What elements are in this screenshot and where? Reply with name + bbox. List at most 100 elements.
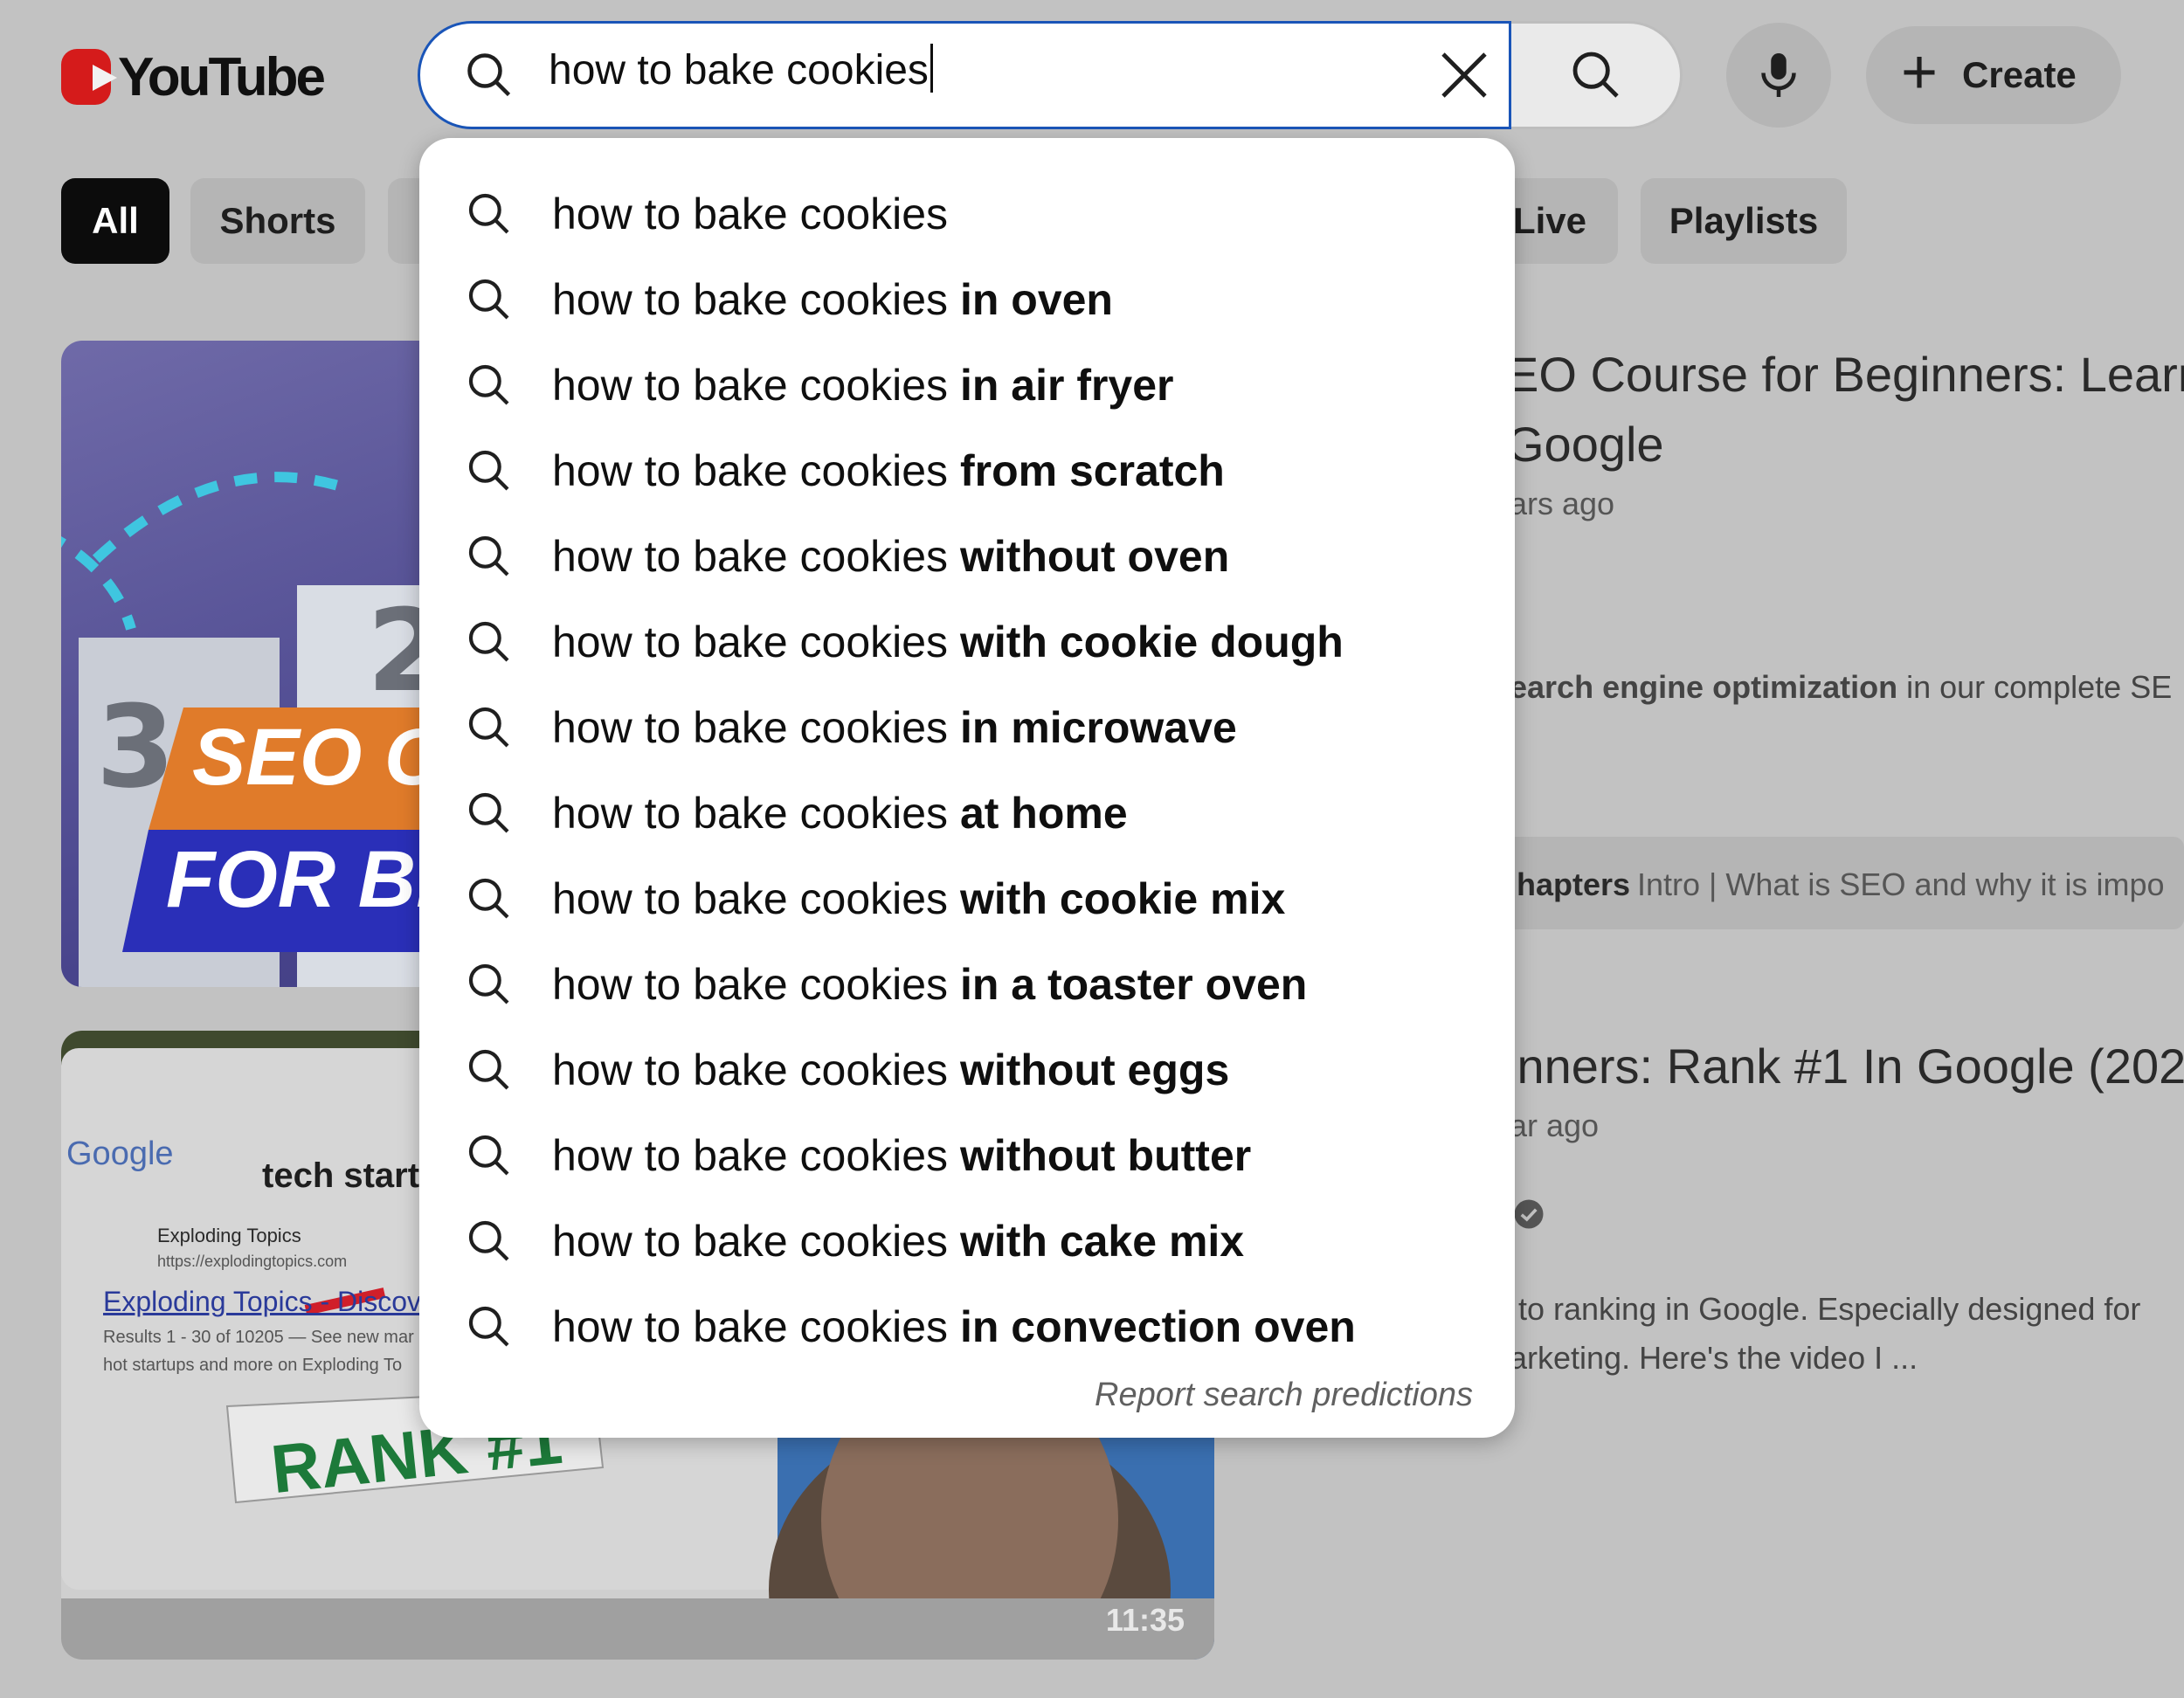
suggestion-text: how to bake cookies in air fryer: [552, 360, 1174, 411]
suggestion-completion: with cookie mix: [948, 874, 1286, 923]
create-label: Create: [1962, 54, 2077, 95]
suggestion-prefix: how to bake cookies: [552, 1046, 949, 1094]
suggestion-item[interactable]: how to bake cookies at home: [419, 770, 1515, 856]
search-icon: [467, 53, 511, 97]
search-icon: [468, 878, 509, 919]
chip-playlists[interactable]: Playlists: [1641, 178, 1847, 264]
search-icon: [468, 535, 509, 576]
suggestion-completion: in oven: [948, 275, 1113, 324]
suggestion-completion: in microwave: [948, 703, 1237, 752]
search-query-value: how to bake cookies: [549, 47, 929, 93]
suggestion-text: how to bake cookies with cake mix: [552, 1216, 1244, 1267]
suggestion-prefix: how to bake cookies: [552, 275, 949, 324]
thumb-result-snippet: hot startups and more on Exploding To: [103, 1356, 403, 1375]
video-title-line2[interactable]: Google: [1506, 416, 1664, 473]
thumb-site-url: https://explodingtopics.com: [157, 1253, 348, 1270]
video-description-line2: arketing. Here's the video I ...: [1510, 1340, 1918, 1376]
suggestion-item[interactable]: how to bake cookies with cake mix: [419, 1198, 1515, 1284]
suggestion-prefix: how to bake cookies: [552, 618, 949, 666]
suggestion-text: how to bake cookies: [552, 189, 948, 239]
search-icon: [468, 1049, 509, 1090]
search-icon: [468, 1135, 509, 1176]
thumbnail-title-line1: SEO C: [192, 713, 443, 802]
suggestion-prefix: how to bake cookies: [552, 1217, 949, 1266]
suggestion-prefix: how to bake cookies: [552, 190, 949, 238]
suggestion-text: how to bake cookies at home: [552, 788, 1128, 839]
suggestion-text: how to bake cookies without eggs: [552, 1045, 1229, 1095]
suggestion-item[interactable]: how to bake cookies without eggs: [419, 1027, 1515, 1113]
suggestion-list: how to bake cookies how to bake cookies i…: [419, 171, 1515, 1370]
suggestion-prefix: how to bake cookies: [552, 446, 949, 495]
suggestion-item[interactable]: how to bake cookies in oven: [419, 257, 1515, 342]
suggestion-prefix: how to bake cookies: [552, 1302, 949, 1351]
thumb-result-count: Results 1 - 30 of 10205 — See new mar: [103, 1328, 414, 1347]
search-icon: [468, 279, 509, 320]
suggestion-completion: without eggs: [948, 1046, 1230, 1094]
suggestion-text: how to bake cookies in convection oven: [552, 1301, 1356, 1352]
suggestion-prefix: how to bake cookies: [552, 874, 949, 923]
suggestion-completion: in air fryer: [948, 361, 1174, 410]
suggestion-item[interactable]: how to bake cookies: [419, 171, 1515, 257]
suggestion-item[interactable]: how to bake cookies without oven: [419, 514, 1515, 599]
search-icon: [468, 1306, 509, 1347]
microphone-icon: [1761, 53, 1796, 97]
chapters-text: Intro | What is SEO and why it is impo: [1637, 866, 2165, 902]
suggestion-text: how to bake cookies without oven: [552, 531, 1229, 582]
search-icon: [468, 707, 509, 748]
suggestion-item[interactable]: how to bake cookies in a toaster oven: [419, 942, 1515, 1027]
chapters-label: hapters: [1517, 866, 1631, 902]
suggestion-text: how to bake cookies in oven: [552, 274, 1113, 325]
search-icon: [468, 193, 509, 234]
search-button[interactable]: [1511, 21, 1683, 129]
thumb-site-name: Exploding Topics: [157, 1225, 301, 1246]
suggestion-prefix: how to bake cookies: [552, 703, 949, 752]
search-icon: [468, 792, 509, 833]
video-title[interactable]: EO Course for Beginners: Learn: [1506, 346, 2184, 403]
suggestion-item[interactable]: how to bake cookies from scratch: [419, 428, 1515, 514]
search-query-text[interactable]: how to bake cookies: [549, 44, 933, 94]
suggestion-item[interactable]: how to bake cookies with cookie mix: [419, 856, 1515, 942]
search-icon: [468, 1220, 509, 1261]
voice-search-button[interactable]: [1726, 23, 1831, 128]
youtube-play-icon: [61, 49, 117, 105]
suggestion-completion: with cookie dough: [948, 618, 1344, 666]
report-search-predictions-link[interactable]: Report search predictions: [1095, 1377, 1473, 1414]
suggestion-prefix: how to bake cookies: [552, 789, 949, 838]
suggestion-text: how to bake cookies from scratch: [552, 445, 1225, 496]
suggestion-item[interactable]: how to bake cookies in convection oven: [419, 1284, 1515, 1370]
search-icon: [468, 364, 509, 405]
suggestion-text: how to bake cookies in a toaster oven: [552, 959, 1307, 1010]
suggestion-item[interactable]: how to bake cookies without butter: [419, 1113, 1515, 1198]
description-bold: earch engine optimization: [1510, 669, 1898, 705]
search-suggestions-dropdown: how to bake cookies how to bake cookies i…: [419, 138, 1515, 1438]
text-caret: [930, 44, 933, 93]
close-icon[interactable]: [1433, 44, 1496, 107]
thumb-result-link: Exploding Topics - Discover: [103, 1286, 446, 1317]
suggestion-prefix: how to bake cookies: [552, 532, 949, 581]
thumb-google-logo: Google: [66, 1135, 174, 1172]
suggestion-prefix: how to bake cookies: [552, 361, 949, 410]
suggestion-completion: without butter: [948, 1131, 1252, 1180]
youtube-logo[interactable]: YouTube: [61, 42, 326, 112]
suggestion-completion: at home: [948, 789, 1128, 838]
video-title[interactable]: inners: Rank #1 In Google (202: [1506, 1038, 2184, 1094]
suggestion-text: how to bake cookies with cookie dough: [552, 617, 1344, 667]
suggestion-text: how to bake cookies without butter: [552, 1130, 1251, 1181]
create-button[interactable]: + Create: [1866, 26, 2121, 124]
suggestion-item[interactable]: how to bake cookies in microwave: [419, 685, 1515, 770]
chapters-bar[interactable]: hapters Intro | What is SEO and why it i…: [1485, 837, 2184, 929]
plus-icon: +: [1901, 38, 1939, 107]
thumb-search-text: tech start: [262, 1156, 420, 1195]
suggestion-item[interactable]: how to bake cookies with cookie dough: [419, 599, 1515, 685]
logo-text: YouTube: [118, 46, 326, 107]
chip-shorts[interactable]: Shorts: [190, 178, 365, 264]
suggestion-item[interactable]: how to bake cookies in air fryer: [419, 342, 1515, 428]
suggestion-prefix: how to bake cookies: [552, 960, 949, 1009]
search-icon: [1572, 52, 1619, 98]
suggestion-completion: with cake mix: [948, 1217, 1245, 1266]
chip-all[interactable]: All: [61, 178, 169, 264]
verified-check-icon: [1514, 1199, 1544, 1229]
description-rest: in our complete SE: [1897, 669, 2173, 705]
suggestion-completion: without oven: [948, 532, 1230, 581]
video-meta: ars ago: [1510, 486, 1615, 521]
